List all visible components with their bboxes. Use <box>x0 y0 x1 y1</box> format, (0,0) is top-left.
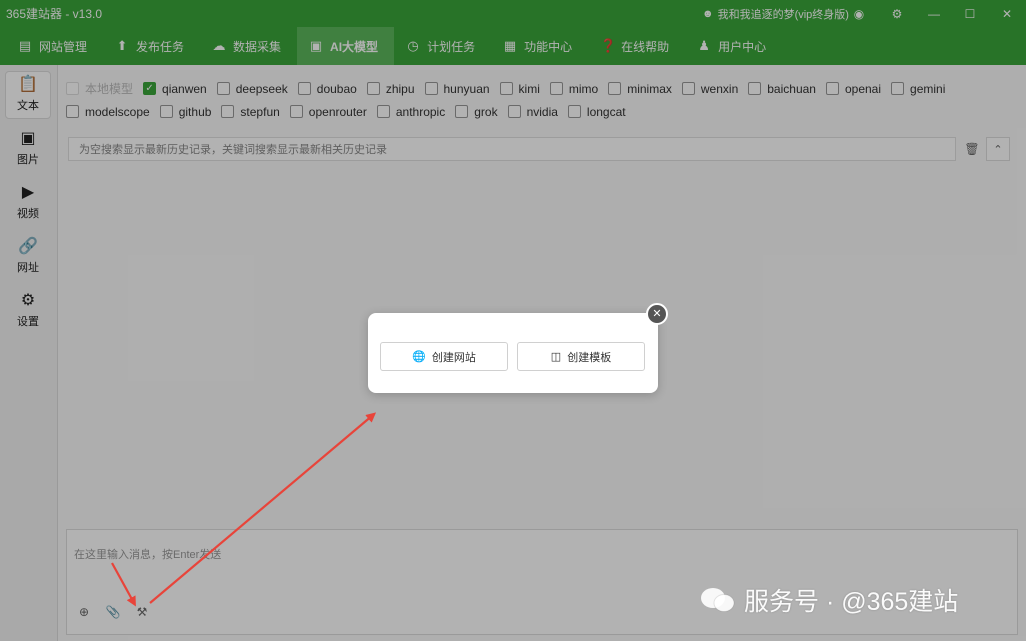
template-icon: ◫ <box>550 351 562 363</box>
popup-close-button[interactable]: ✕ <box>646 303 668 325</box>
wechat-icon <box>701 588 735 612</box>
watermark-text: 服务号 · @365建站 <box>744 588 959 616</box>
watermark: 服务号 · @365建站 <box>700 582 958 618</box>
globe-icon: 🌐 <box>412 351 426 363</box>
create-template-button[interactable]: ◫ 创建模板 <box>517 342 645 371</box>
create-popup: 🌐 创建网站 ◫ 创建模板 <box>368 313 658 393</box>
create-site-button[interactable]: 🌐 创建网站 <box>380 342 508 371</box>
